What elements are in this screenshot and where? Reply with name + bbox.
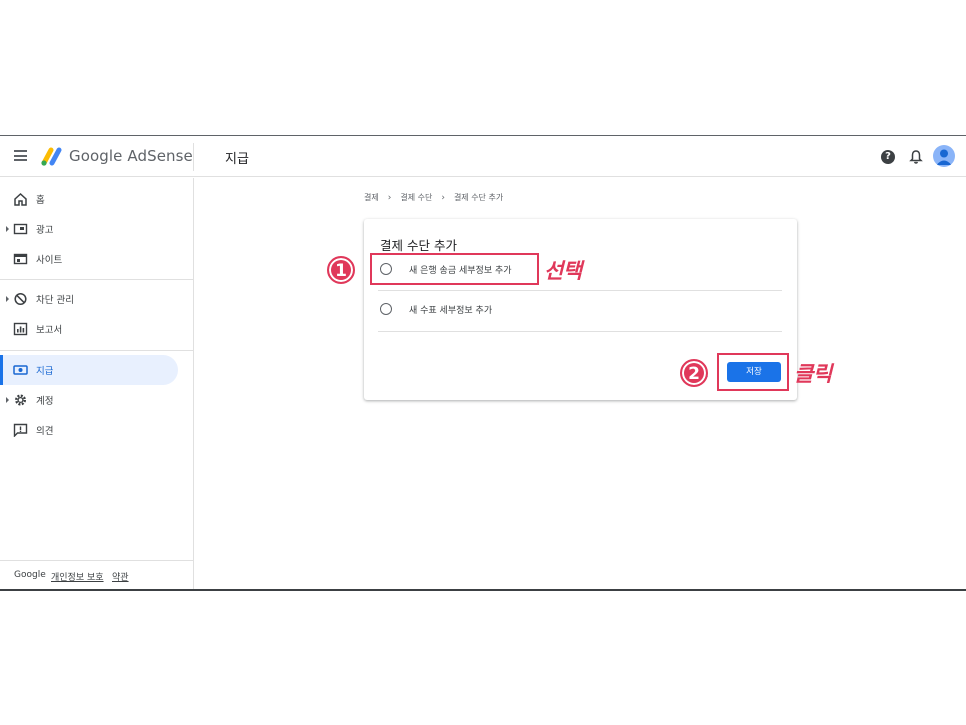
home-icon [14,192,27,206]
annotation-step-1-label: 선택 [544,259,582,283]
breadcrumb-item[interactable]: 결제 [364,192,379,203]
sidebar-item-blocking-controls[interactable]: 차단 관리 [0,284,178,314]
adsense-logo-icon [41,147,62,166]
breadcrumb-item[interactable]: 결제 수단 [400,192,432,203]
page-title: 지급 [225,152,249,167]
sidebar-item-label: 보고서 [36,325,63,336]
privacy-link[interactable]: 개인정보 보호 [51,570,104,583]
sites-icon [13,253,28,265]
avatar-person-icon [936,149,952,165]
sidebar-item-label: 홈 [36,195,45,206]
radio-button[interactable] [380,303,392,315]
sidebar-item-label: 지급 [36,366,54,377]
expand-caret-icon [6,226,9,232]
breadcrumb: 결제 › 결제 수단 › 결제 수단 추가 [364,192,503,203]
option-check[interactable]: 새 수표 세부정보 추가 [378,290,782,330]
annotation-step-2-badge: 2 [680,359,708,387]
annotation-step-1-badge: 1 [327,256,355,284]
option-divider [378,331,782,332]
notifications-bell-icon[interactable] [909,149,923,165]
expand-caret-icon [6,296,9,302]
sidebar-item-feedback[interactable]: 의견 [0,415,178,445]
annotation-highlight-box [717,353,789,391]
annotation-highlight-box [370,253,539,285]
top-app-bar: Google AdSense 지급 ? [0,136,966,177]
sidebar-item-reports[interactable]: 보고서 [0,314,178,344]
main-menu-icon[interactable] [14,150,27,161]
chevron-right-icon: › [441,192,445,203]
active-indicator [0,355,3,385]
sidebar-item-label: 광고 [36,225,54,236]
sidebar-item-payments[interactable]: 지급 [0,355,178,385]
sidebar-divider [0,350,193,351]
breadcrumb-item-current: 결제 수단 추가 [453,193,504,202]
sidebar-item-label: 의견 [36,426,54,437]
reports-icon [13,322,28,336]
chevron-right-icon: › [387,192,392,203]
terms-link[interactable]: 약관 [112,570,129,583]
account-avatar[interactable] [933,145,955,167]
option-label: 새 수표 세부정보 추가 [409,306,493,316]
feedback-icon [13,423,28,437]
sidebar-item-home[interactable]: 홈 [0,184,178,214]
payments-icon [13,365,28,375]
sidebar-footer: Google 개인정보 보호 약관 [0,560,193,589]
sidebar-item-label: 사이트 [36,255,63,266]
annotation-step-2-label: 클릭 [794,362,832,386]
brand-name: Google AdSense [69,147,193,165]
settings-gear-icon [14,394,27,406]
footer-brand: Google [14,570,46,580]
sidebar-item-label: 계정 [36,396,54,407]
block-icon [14,292,27,306]
sidebar-item-sites[interactable]: 사이트 [0,244,178,274]
expand-caret-icon [6,397,9,403]
ads-icon [13,223,28,235]
topbar-divider [193,143,194,171]
help-icon[interactable]: ? [881,150,895,164]
sidebar-item-account[interactable]: 계정 [0,385,178,415]
app-window: Google AdSense 지급 ? 홈 광고 사이트 차단 관리 보고서 지… [0,135,966,591]
sidebar-divider [0,279,193,280]
sidebar-item-ads[interactable]: 광고 [0,214,178,244]
side-navigation: 홈 광고 사이트 차단 관리 보고서 지급 계정 의견 Google 개인정보 … [0,178,194,589]
sidebar-item-label: 차단 관리 [36,295,74,306]
